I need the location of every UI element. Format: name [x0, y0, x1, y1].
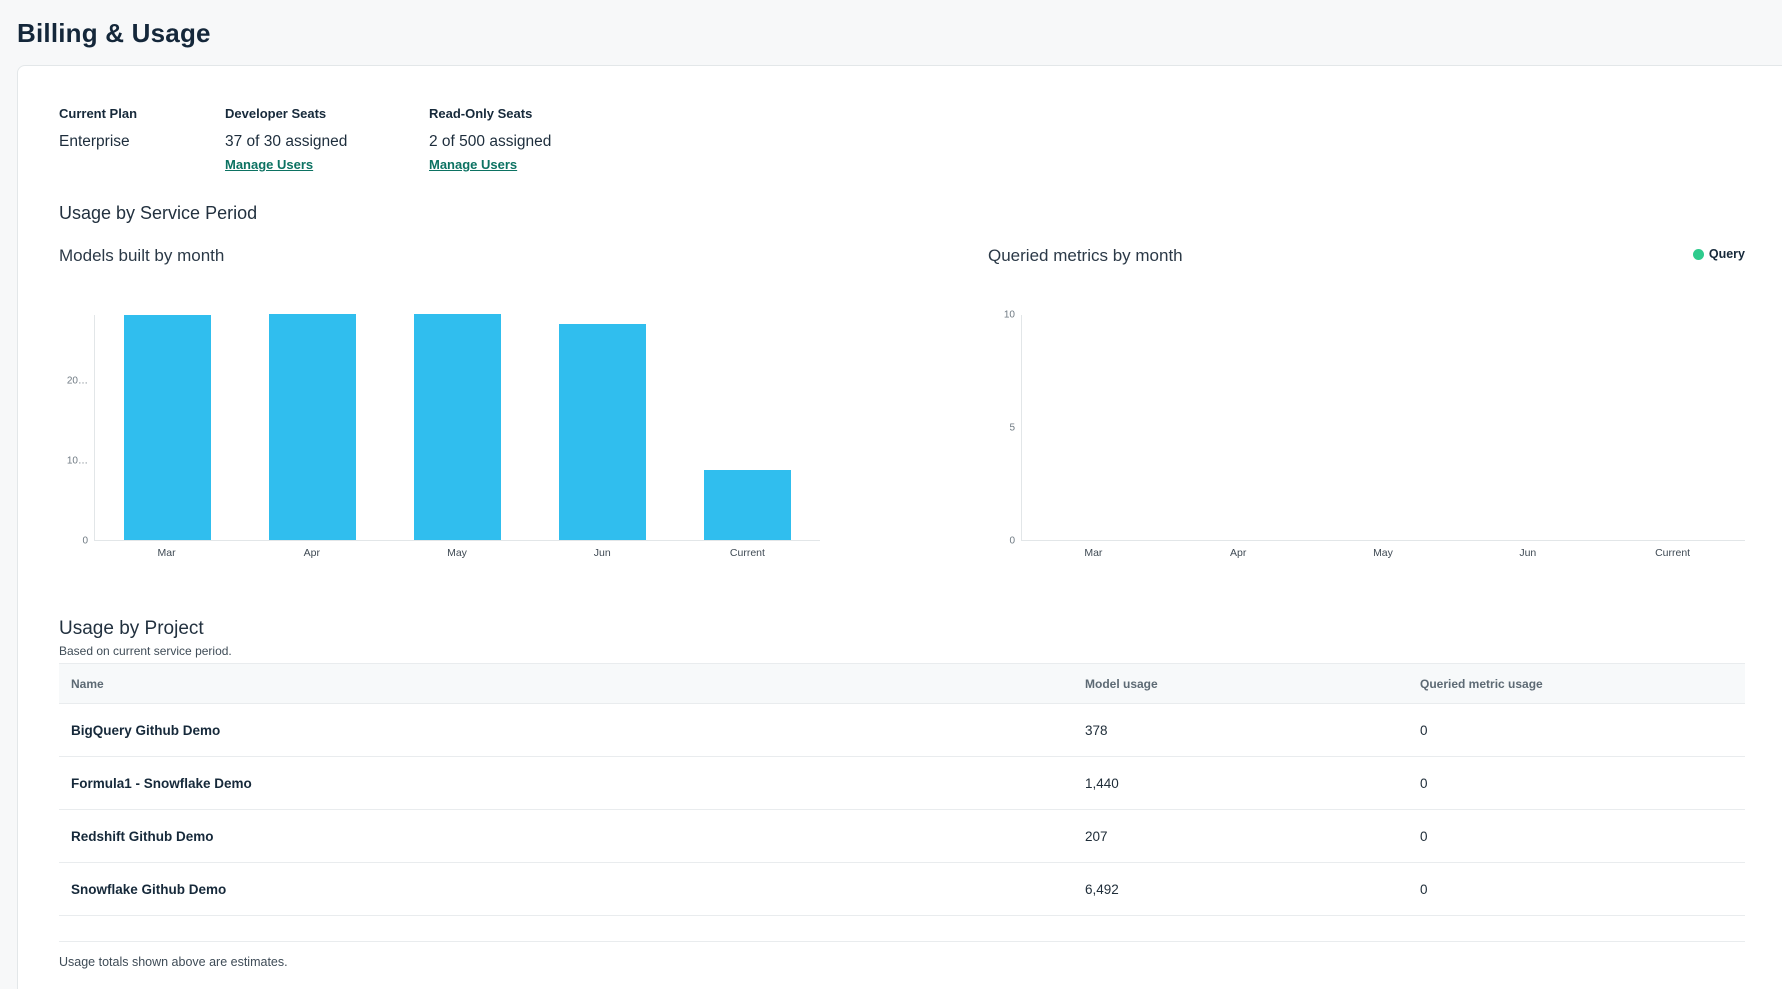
model-usage-value: 6,492 — [1085, 863, 1420, 916]
bar-slot — [240, 315, 385, 540]
y-axis-tick-label: 10 — [1004, 310, 1015, 321]
chart-models-built-by-month: Models built by month 0 10… 20… MarAprMayJ… — [59, 245, 820, 559]
queried-metric-usage-value: 0 — [1420, 757, 1745, 810]
queried-metric-usage-value: 0 — [1420, 704, 1745, 757]
bar-apr[interactable] — [269, 314, 356, 540]
billing-card: Current Plan Enterprise Developer Seats … — [17, 65, 1782, 989]
table-row: Snowflake Github Demo 6,492 0 — [59, 863, 1745, 916]
column-header-queried-metric-usage: Queried metric usage — [1420, 664, 1745, 704]
bar-may[interactable] — [414, 314, 501, 540]
x-axis-label-current: Current — [675, 547, 820, 559]
chart-title-models-built: Models built by month — [59, 245, 224, 267]
current-plan-column: Current Plan Enterprise — [59, 106, 177, 174]
projects-table: Name Model usage Queried metric usage Bi… — [59, 663, 1745, 916]
chart-title-queried-metrics: Queried metrics by month — [988, 245, 1183, 267]
usage-estimates-footnote: Usage totals shown above are estimates. — [59, 954, 1745, 971]
current-plan-label: Current Plan — [59, 106, 177, 122]
current-plan-value: Enterprise — [59, 132, 177, 151]
plan-summary: Current Plan Enterprise Developer Seats … — [59, 106, 1745, 174]
bar-slot — [675, 315, 820, 540]
x-axis-label-apr: Apr — [1166, 547, 1311, 559]
bar-jun[interactable] — [559, 324, 646, 540]
developer-seats-label: Developer Seats — [225, 106, 381, 122]
bar-slot — [530, 315, 675, 540]
legend-query-label: Query — [1709, 247, 1745, 261]
developer-seats-value: 37 of 30 assigned — [225, 132, 381, 151]
bar-mar[interactable] — [124, 315, 211, 540]
usage-by-project-section: Usage by Project Based on current servic… — [59, 617, 1745, 971]
table-row: Redshift Github Demo 207 0 — [59, 810, 1745, 863]
table-row: BigQuery Github Demo 378 0 — [59, 704, 1745, 757]
model-usage-value: 207 — [1085, 810, 1420, 863]
column-header-model-usage: Model usage — [1085, 664, 1420, 704]
y-axis: 010…20… — [59, 315, 94, 541]
page-title: Billing & Usage — [17, 18, 1782, 49]
readonly-seats-label: Read-Only Seats — [429, 106, 585, 122]
usage-by-project-heading: Usage by Project — [59, 617, 1745, 641]
x-axis-label-current: Current — [1600, 547, 1745, 559]
manage-users-link-readonly[interactable]: Manage Users — [429, 157, 517, 173]
y-axis-tick-label: 5 — [1009, 423, 1015, 434]
x-axis-labels: MarAprMayJunCurrent — [1021, 541, 1745, 559]
table-header-row: Name Model usage Queried metric usage — [59, 664, 1745, 704]
bar-slot — [1022, 315, 1167, 540]
bar-slot — [1311, 315, 1456, 540]
x-axis-label-jun: Jun — [530, 547, 675, 559]
manage-users-link-developer[interactable]: Manage Users — [225, 157, 313, 173]
plot-area — [94, 315, 820, 541]
readonly-seats-value: 2 of 500 assigned — [429, 132, 585, 151]
queried-metric-usage-value: 0 — [1420, 810, 1745, 863]
model-usage-value: 1,440 — [1085, 757, 1420, 810]
bar-current[interactable] — [704, 470, 791, 540]
x-axis-label-apr: Apr — [239, 547, 384, 559]
charts-row: Models built by month 010…20… MarAprMayJ… — [59, 245, 1745, 559]
project-name: Formula1 - Snowflake Demo — [59, 757, 1085, 810]
bar-slot — [1600, 315, 1745, 540]
readonly-seats-column: Read-Only Seats 2 of 500 assigned Manage… — [429, 106, 585, 174]
legend-item-query[interactable]: Query — [1693, 247, 1745, 261]
chart-queried-metrics-by-month: Queried metrics by month Query 0510 MarA… — [943, 245, 1745, 559]
developer-seats-column: Developer Seats 37 of 30 assigned Manage… — [225, 106, 381, 174]
x-axis-label-mar: Mar — [94, 547, 239, 559]
usage-by-service-period-heading: Usage by Service Period — [59, 202, 1745, 225]
project-name: Redshift Github Demo — [59, 810, 1085, 863]
y-axis-tick-label: 0 — [1009, 536, 1015, 547]
y-axis-tick-label: 20… — [67, 375, 88, 386]
model-usage-value: 378 — [1085, 704, 1420, 757]
column-header-name: Name — [59, 664, 1085, 704]
plot-area — [1021, 315, 1745, 541]
x-axis-labels: MarAprMayJunCurrent — [94, 541, 820, 559]
project-name: Snowflake Github Demo — [59, 863, 1085, 916]
page-header: Billing & Usage — [0, 0, 1782, 65]
section-divider — [59, 941, 1745, 942]
legend-query-dot-icon — [1693, 249, 1704, 260]
table-row: Formula1 - Snowflake Demo 1,440 0 — [59, 757, 1745, 810]
y-axis-tick-label: 10… — [67, 455, 88, 466]
project-name: BigQuery Github Demo — [59, 704, 1085, 757]
x-axis-label-jun: Jun — [1455, 547, 1600, 559]
x-axis-label-mar: Mar — [1021, 547, 1166, 559]
usage-by-project-subtitle: Based on current service period. — [59, 644, 1745, 659]
queried-metric-usage-value: 0 — [1420, 863, 1745, 916]
bar-slot — [95, 315, 240, 540]
bar-slot — [1167, 315, 1312, 540]
y-axis: 0510 — [988, 315, 1021, 541]
y-axis-tick-label: 0 — [82, 536, 88, 547]
x-axis-label-may: May — [384, 547, 529, 559]
bar-slot — [1456, 315, 1601, 540]
bar-slot — [385, 315, 530, 540]
x-axis-label-may: May — [1311, 547, 1456, 559]
